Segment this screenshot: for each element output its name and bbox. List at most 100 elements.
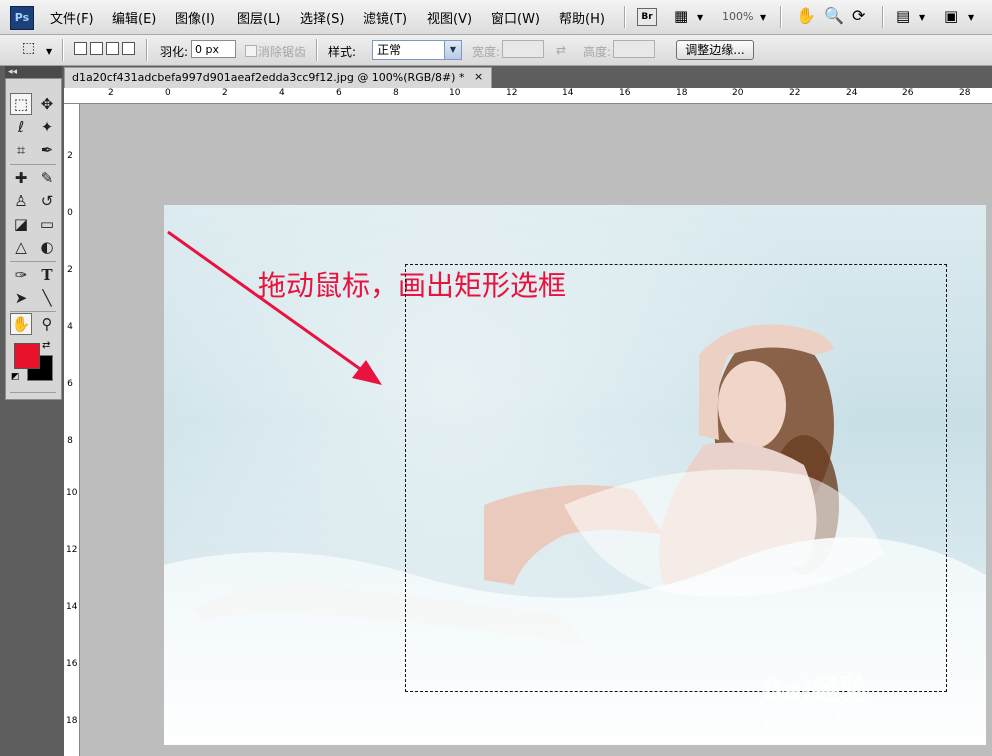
ruler-tick: 16 <box>619 88 631 98</box>
ruler-tick: 2 <box>222 88 228 98</box>
menu-window[interactable]: 窗口(W) <box>491 8 540 27</box>
ruler-tick: 6 <box>67 379 73 389</box>
rotate-view-icon[interactable]: ⟳ <box>852 6 865 25</box>
photoshop-logo-icon[interactable]: Ps <box>10 6 34 30</box>
style-select-value: 正常 <box>377 43 402 57</box>
new-selection-icon[interactable] <box>74 42 87 55</box>
add-to-selection-icon[interactable] <box>90 42 103 55</box>
brush-icon[interactable]: ✎ <box>36 167 58 189</box>
ruler-tick: 4 <box>67 322 73 332</box>
zoom-tool-icon[interactable]: 🔍 <box>824 6 844 25</box>
style-select[interactable]: 正常 ▼ <box>372 40 462 60</box>
swap-dimensions-icon[interactable]: ⇄ <box>556 43 566 57</box>
refine-edge-button[interactable]: 调整边缘... <box>676 40 754 60</box>
tool-divider <box>10 261 56 262</box>
pen-icon[interactable]: ✑ <box>10 264 32 286</box>
clone-stamp-icon[interactable]: ♙ <box>10 190 32 212</box>
antialias-checkbox[interactable] <box>245 45 257 57</box>
menu-help[interactable]: 帮助(H) <box>559 8 605 27</box>
gradient-icon[interactable]: ▭ <box>36 213 58 235</box>
width-input[interactable] <box>502 40 544 58</box>
chevron-down-icon[interactable]: ▼ <box>968 13 974 22</box>
zoom-icon[interactable]: ⚲ <box>36 313 58 335</box>
tool-divider <box>10 164 56 165</box>
history-brush-icon[interactable]: ↺ <box>36 190 58 212</box>
ruler-tick: 8 <box>393 88 399 98</box>
healing-brush-icon[interactable]: ✚ <box>10 167 32 189</box>
hand-tool-icon[interactable]: ✋ <box>796 6 816 25</box>
chevron-down-icon[interactable]: ▼ <box>46 47 52 56</box>
options-separator <box>62 39 64 61</box>
ruler-tick: 2 <box>108 88 114 98</box>
document-tab[interactable]: d1a20cf431adcbefa997d901aeaf2edda3cc9f12… <box>64 67 492 88</box>
bridge-button[interactable]: Br <box>637 8 657 26</box>
hand-icon[interactable]: ✋ <box>10 313 32 335</box>
menu-separator <box>780 6 782 28</box>
chevron-down-icon[interactable]: ▼ <box>919 13 925 22</box>
arrange-documents-icon[interactable]: ▤ <box>896 7 910 25</box>
rect-marquee-icon[interactable]: ⬚ <box>10 93 32 115</box>
eyedropper-icon[interactable]: ✒ <box>36 139 58 161</box>
menu-bar: Ps 文件(F) 编辑(E) 图像(I) 图层(L) 选择(S) 滤镜(T) 视… <box>0 0 992 35</box>
options-separator <box>316 39 318 61</box>
watermark-logo: Bai经验 <box>762 673 868 706</box>
ruler-tick: 12 <box>66 545 78 555</box>
horizontal-ruler[interactable]: 2 0 2 4 6 8 10 12 14 16 18 20 22 24 26 2… <box>64 88 992 104</box>
foreground-color-swatch[interactable] <box>14 343 40 369</box>
default-colors-icon[interactable]: ◩ <box>11 372 20 382</box>
ruler-tick: 14 <box>66 602 78 612</box>
ruler-tick: 20 <box>732 88 744 98</box>
menu-layer[interactable]: 图层(L) <box>237 8 280 27</box>
options-bar: ⬚ ▼ 羽化: 0 px 消除锯齿 样式: 正常 ▼ 宽度: ⇄ 高度: 调整边… <box>0 35 992 66</box>
width-label: 宽度: <box>472 45 501 59</box>
vertical-ruler[interactable]: 2 0 2 4 6 8 10 12 14 16 18 <box>64 104 80 756</box>
tools-panel-header[interactable]: ◂◂ <box>5 66 62 78</box>
intersect-selection-icon[interactable] <box>122 42 135 55</box>
ruler-tick: 2 <box>67 151 73 161</box>
zoom-level[interactable]: 100% <box>722 10 753 23</box>
subtract-selection-icon[interactable] <box>106 42 119 55</box>
menu-view[interactable]: 视图(V) <box>427 8 472 27</box>
crop-icon[interactable]: ⌗ <box>10 139 32 161</box>
ruler-tick: 28 <box>959 88 971 98</box>
eraser-icon[interactable]: ◪ <box>10 213 32 235</box>
ruler-tick: 26 <box>902 88 914 98</box>
watermark-url: jingyan.baidu.com <box>765 710 932 731</box>
blur-icon[interactable]: △ <box>10 236 32 258</box>
style-label: 样式: <box>328 45 357 59</box>
ruler-tick: 4 <box>279 88 285 98</box>
ruler-tick: 10 <box>66 488 78 498</box>
menu-filter[interactable]: 滤镜(T) <box>363 8 407 27</box>
ruler-tick: 8 <box>67 436 73 446</box>
chevron-down-icon[interactable]: ▼ <box>697 13 703 22</box>
marquee-selection[interactable] <box>405 264 947 692</box>
height-input[interactable] <box>613 40 655 58</box>
tool-divider <box>10 311 56 312</box>
screen-mode-icon[interactable]: ▣ <box>944 7 958 25</box>
chevron-down-icon[interactable]: ▼ <box>444 41 461 59</box>
ruler-tick: 0 <box>165 88 171 98</box>
feather-input[interactable]: 0 px <box>191 40 236 58</box>
feather-label: 羽化: <box>160 45 189 59</box>
magic-wand-icon[interactable]: ✦ <box>36 116 58 138</box>
line-icon[interactable]: ╲ <box>36 287 58 309</box>
menu-image[interactable]: 图像(I) <box>175 8 215 27</box>
height-label: 高度: <box>583 45 612 59</box>
menu-separator <box>624 6 626 28</box>
rect-marquee-preset-icon[interactable]: ⬚ <box>22 40 35 56</box>
lasso-icon[interactable]: ℓ <box>10 116 32 138</box>
ruler-tick: 14 <box>562 88 574 98</box>
chevron-down-icon[interactable]: ▼ <box>760 13 766 22</box>
path-select-icon[interactable]: ➤ <box>10 287 32 309</box>
type-icon[interactable]: T <box>36 264 58 286</box>
move-icon[interactable]: ✥ <box>36 93 58 115</box>
menu-select[interactable]: 选择(S) <box>300 8 344 27</box>
close-icon[interactable]: × <box>474 70 483 83</box>
menu-file[interactable]: 文件(F) <box>50 8 94 27</box>
swap-colors-icon[interactable]: ⇄ <box>42 340 50 351</box>
dodge-icon[interactable]: ◐ <box>36 236 58 258</box>
view-extras-icon[interactable]: ▦ <box>674 7 688 25</box>
menu-edit[interactable]: 编辑(E) <box>112 8 156 27</box>
ruler-tick: 12 <box>506 88 518 98</box>
ruler-tick: 22 <box>789 88 801 98</box>
